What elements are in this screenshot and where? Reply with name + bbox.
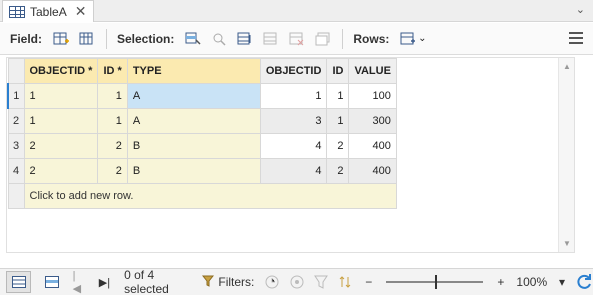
chevron-down-icon: ▾ bbox=[558, 275, 566, 289]
zoom-slider[interactable] bbox=[386, 275, 484, 289]
switch-selection-icon[interactable] bbox=[236, 31, 254, 47]
show-all-records-button[interactable] bbox=[6, 271, 32, 293]
zoom-level-value: 100% bbox=[516, 275, 548, 289]
selection-label: Selection: bbox=[117, 31, 175, 46]
table-cell[interactable]: 1 bbox=[23, 108, 99, 134]
time-filter-icon[interactable] bbox=[264, 274, 280, 290]
table-grid: OBJECTID * ID * TYPE OBJECTID ID VALUE 1… bbox=[7, 58, 397, 209]
field-label: Field: bbox=[10, 31, 42, 46]
table-cell[interactable]: 300 bbox=[348, 108, 397, 134]
table-cell[interactable]: 1 bbox=[259, 83, 328, 109]
row-number[interactable]: 1 bbox=[7, 83, 25, 109]
column-header[interactable]: OBJECTID * bbox=[23, 58, 99, 84]
calculate-field-icon[interactable] bbox=[78, 31, 96, 47]
table-cell[interactable]: 3 bbox=[259, 108, 328, 134]
zoom-in-button[interactable]: + bbox=[497, 275, 504, 289]
table-cell[interactable]: 2 bbox=[23, 133, 99, 159]
zoom-out-button[interactable]: − bbox=[365, 275, 372, 289]
close-icon[interactable]: ✕ bbox=[75, 3, 87, 20]
menu-icon[interactable] bbox=[569, 32, 583, 44]
add-row[interactable]: Click to add new row. bbox=[7, 183, 397, 209]
column-header[interactable]: TYPE bbox=[126, 58, 261, 84]
toolbar-divider bbox=[342, 28, 344, 49]
tab-label: TableA bbox=[30, 4, 67, 19]
filter-icon bbox=[202, 275, 215, 290]
table-cell[interactable]: 400 bbox=[348, 133, 397, 159]
zoom-level-select[interactable]: 100% ▾ bbox=[516, 275, 565, 289]
table-cell[interactable]: B bbox=[126, 133, 261, 159]
row-number[interactable]: 3 bbox=[7, 133, 25, 159]
range-filter-icon[interactable] bbox=[289, 274, 305, 290]
status-bar: |◀ ▶| 0 of 4 selected Filters: − + 100% … bbox=[0, 268, 593, 295]
tab-tablea[interactable]: TableA ✕ bbox=[2, 0, 94, 22]
table-row[interactable]: 3 2 2 B 4 2 400 bbox=[7, 133, 397, 159]
attribute-table: OBJECTID * ID * TYPE OBJECTID ID VALUE 1… bbox=[6, 57, 575, 253]
table-row[interactable]: 2 1 1 A 3 1 300 bbox=[7, 108, 397, 134]
vertical-scrollbar[interactable]: ▲ ▼ bbox=[558, 58, 574, 252]
show-selected-records-button[interactable] bbox=[39, 271, 64, 293]
table-cell[interactable]: 2 bbox=[326, 158, 350, 184]
rows-menu-icon[interactable]: ⌄ bbox=[399, 31, 427, 47]
last-record-icon[interactable]: ▶| bbox=[99, 276, 110, 289]
table-toolbar: Field: Selection: Rows: ⌄ bbox=[0, 23, 593, 55]
column-header[interactable]: ID * bbox=[97, 58, 128, 84]
clear-selection-icon[interactable] bbox=[262, 31, 280, 47]
table-cell-active[interactable]: A bbox=[126, 83, 261, 109]
table-cell[interactable]: 1 bbox=[23, 83, 99, 109]
selection-count: 0 of 4 selected bbox=[124, 268, 169, 295]
table-cell[interactable]: 1 bbox=[97, 83, 128, 109]
chevron-down-icon[interactable]: ⌄ bbox=[576, 3, 585, 16]
filters-label: Filters: bbox=[218, 275, 255, 289]
add-field-icon[interactable] bbox=[52, 31, 70, 47]
table-cell[interactable]: 1 bbox=[326, 83, 350, 109]
scroll-down-icon[interactable]: ▼ bbox=[563, 239, 571, 248]
table-row[interactable]: 4 2 2 B 4 2 400 bbox=[7, 158, 397, 184]
column-header[interactable]: OBJECTID bbox=[259, 58, 328, 84]
select-by-attributes-icon[interactable] bbox=[184, 31, 202, 47]
zoom-to-selection-icon[interactable] bbox=[210, 31, 228, 47]
delete-selection-icon[interactable] bbox=[288, 31, 306, 47]
chevron-down-icon[interactable]: ⌄ bbox=[418, 33, 426, 44]
header-corner[interactable] bbox=[7, 58, 25, 84]
refresh-icon[interactable] bbox=[575, 273, 593, 291]
table-cell[interactable]: B bbox=[126, 158, 261, 184]
definition-query-icon[interactable] bbox=[313, 274, 329, 290]
table-header-row: OBJECTID * ID * TYPE OBJECTID ID VALUE bbox=[7, 58, 397, 84]
copy-selection-icon[interactable] bbox=[314, 31, 332, 47]
tab-strip: TableA ✕ ⌄ bbox=[0, 0, 593, 22]
table-cell[interactable]: 100 bbox=[348, 83, 397, 109]
row-number bbox=[7, 183, 25, 209]
table-cell[interactable]: A bbox=[126, 108, 261, 134]
column-header[interactable]: VALUE bbox=[348, 58, 397, 84]
scroll-up-icon[interactable]: ▲ bbox=[563, 62, 571, 71]
row-number[interactable]: 2 bbox=[7, 108, 25, 134]
table-cell[interactable]: 1 bbox=[97, 108, 128, 134]
toolbar-divider bbox=[106, 28, 107, 49]
add-row-cell[interactable]: Click to add new row. bbox=[23, 183, 397, 209]
table-cell[interactable]: 4 bbox=[259, 158, 328, 184]
table-icon bbox=[9, 5, 25, 18]
table-cell[interactable]: 1 bbox=[326, 108, 350, 134]
table-cell[interactable]: 400 bbox=[348, 158, 397, 184]
sort-icon[interactable] bbox=[337, 274, 353, 290]
first-record-icon[interactable]: |◀ bbox=[73, 270, 83, 295]
table-cell[interactable]: 2 bbox=[97, 133, 128, 159]
table-cell[interactable]: 2 bbox=[23, 158, 99, 184]
column-header[interactable]: ID bbox=[326, 58, 350, 84]
zoom-slider-thumb[interactable] bbox=[434, 275, 437, 289]
table-cell[interactable]: 2 bbox=[326, 133, 350, 159]
table-cell[interactable]: 2 bbox=[97, 158, 128, 184]
row-number[interactable]: 4 bbox=[7, 158, 25, 184]
table-cell[interactable]: 4 bbox=[259, 133, 328, 159]
rows-label: Rows: bbox=[353, 31, 390, 46]
table-row[interactable]: 1 1 1 A 1 1 100 bbox=[7, 83, 397, 109]
